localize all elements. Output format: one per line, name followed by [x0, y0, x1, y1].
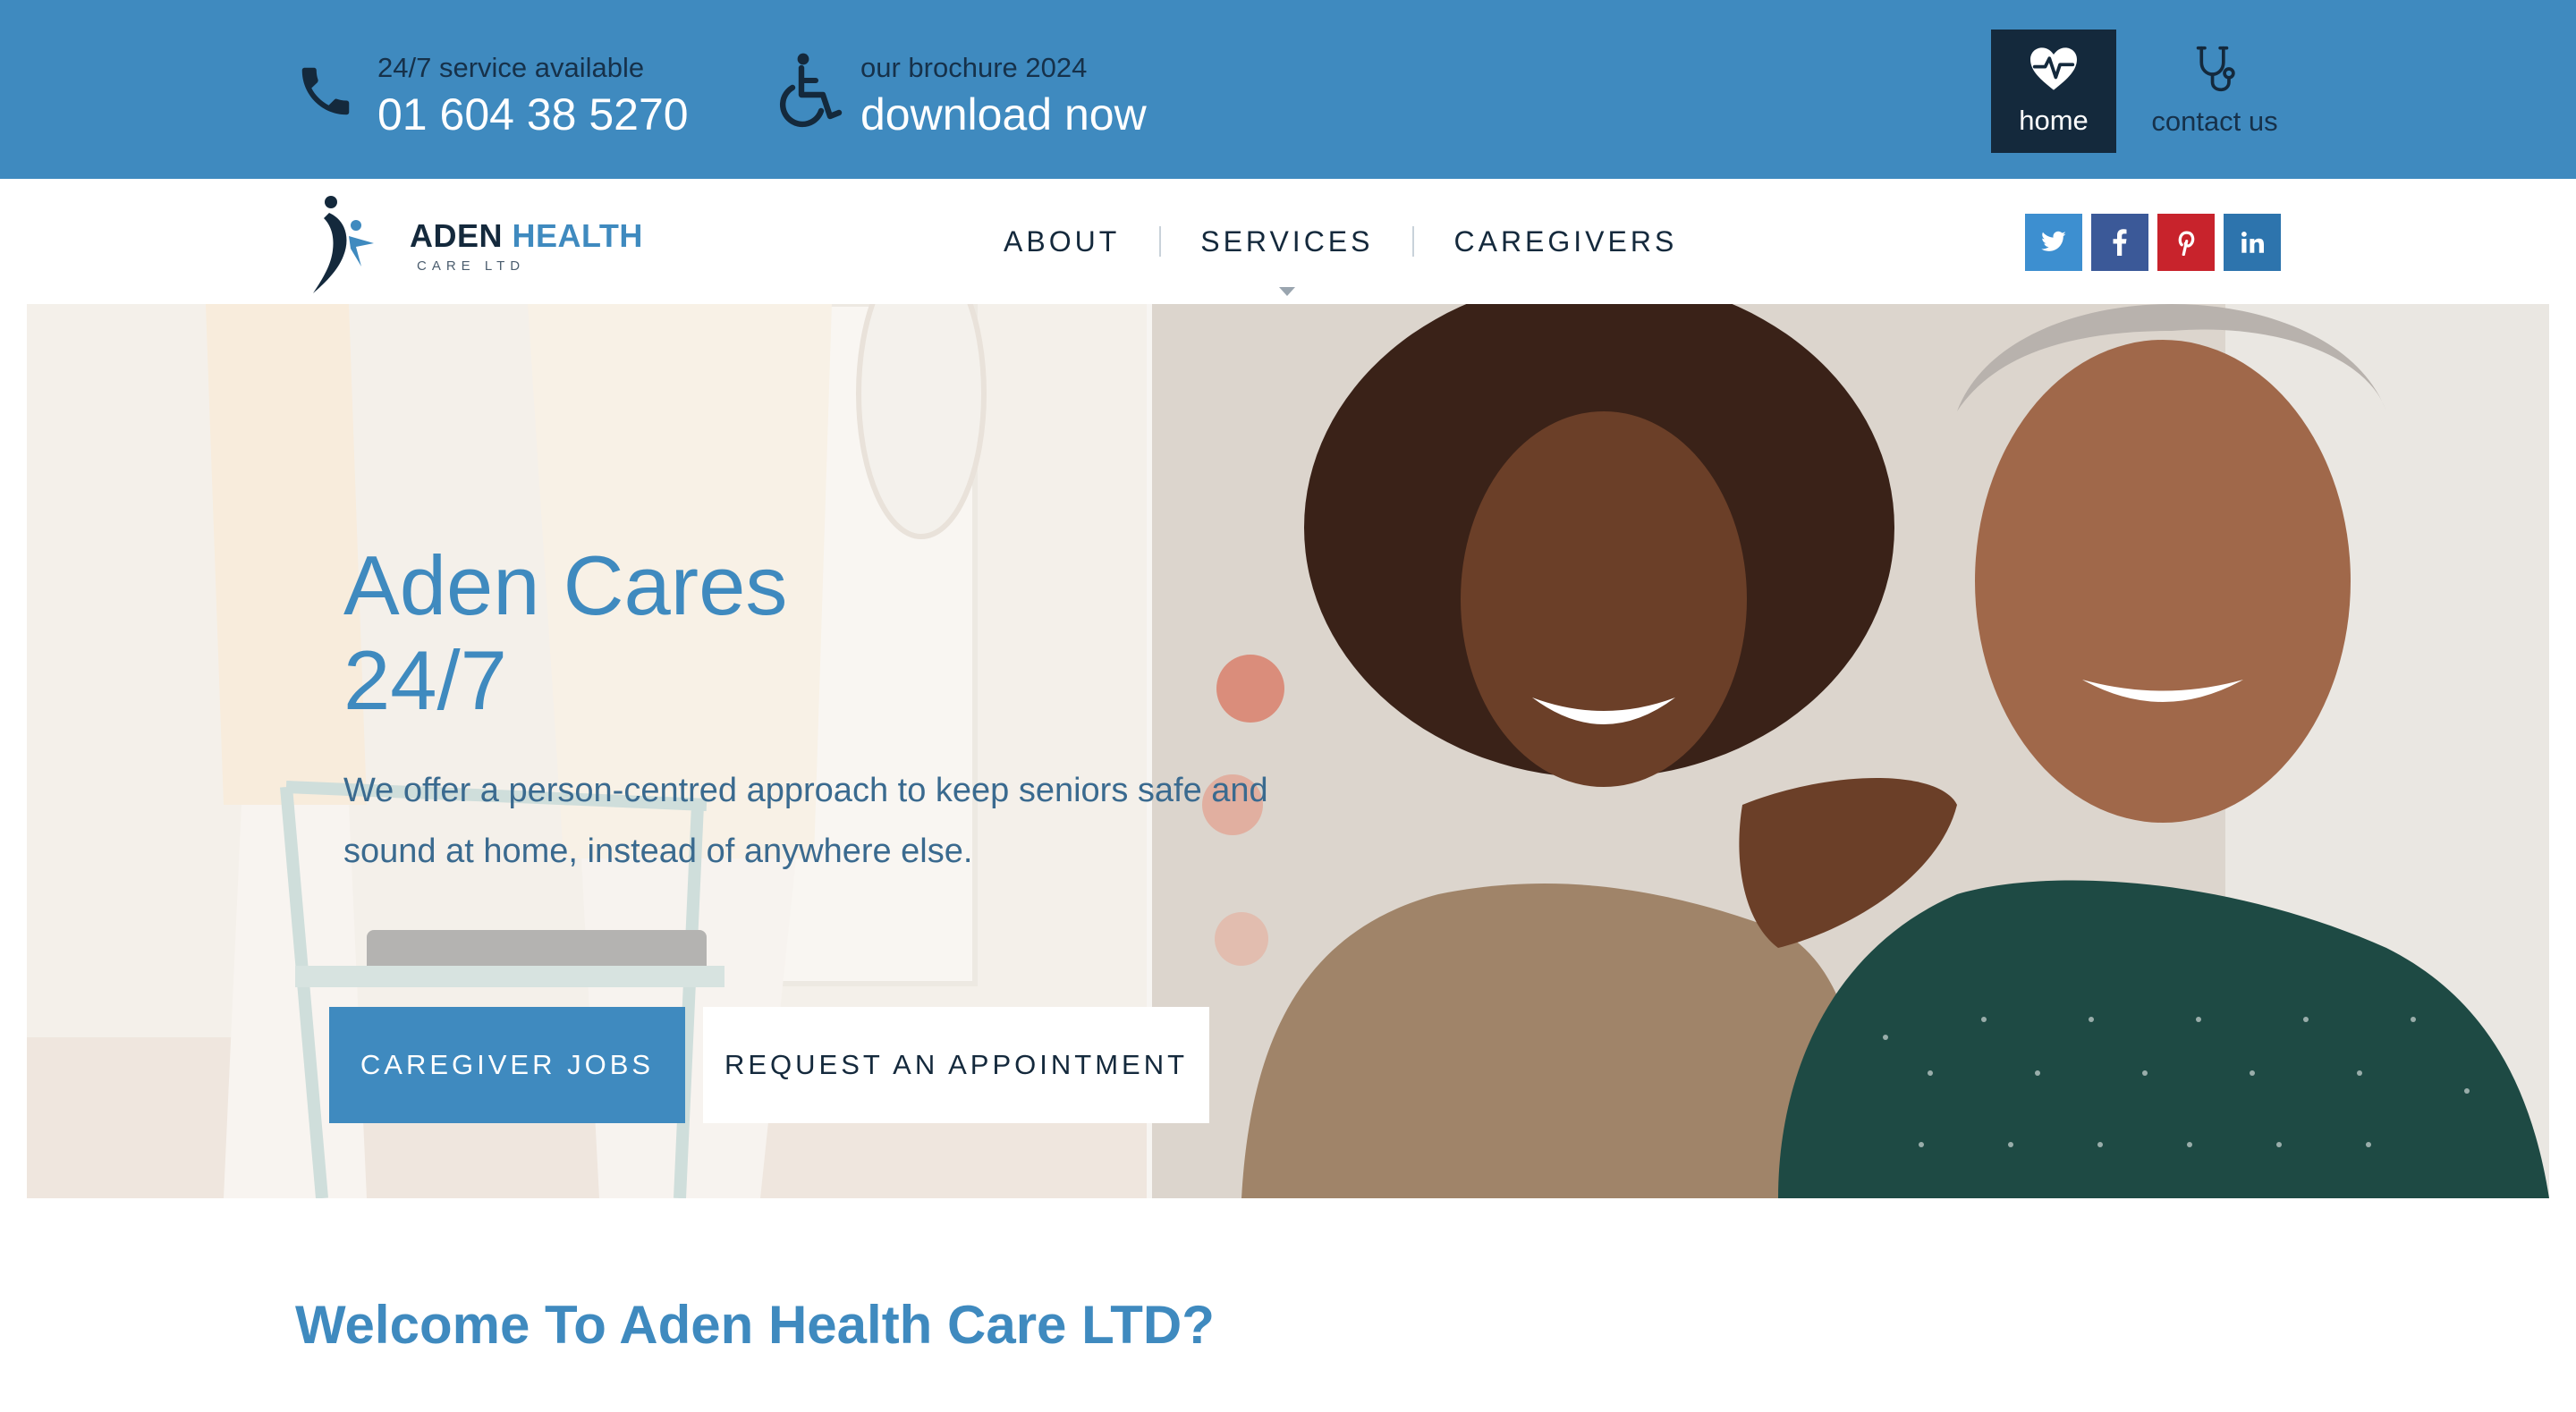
menu-item-services[interactable]: SERVICES	[1161, 224, 1412, 296]
stethoscope-icon	[2192, 45, 2237, 97]
menu-item-caregivers[interactable]: CAREGIVERS	[1414, 225, 1716, 258]
linkedin-icon[interactable]	[2224, 214, 2281, 271]
main-menu: ABOUT SERVICES CAREGIVERS	[971, 179, 1716, 304]
wheelchair-icon	[773, 48, 844, 134]
hero-subtitle: We offer a person-centred approach to ke…	[343, 772, 1268, 870]
topnav-home[interactable]: home	[1991, 30, 2116, 153]
hero-banner: Aden Cares 24/7 We offer a person-centre…	[27, 304, 2549, 1198]
welcome-heading: Welcome To Aden Health Care LTD?	[295, 1295, 1215, 1355]
social-links	[2025, 214, 2290, 271]
brochure-caption: our brochure 2024	[860, 52, 1088, 83]
menu-item-label: ABOUT	[1004, 224, 1121, 258]
phone-number[interactable]: 01 604 38 5270	[377, 88, 689, 141]
brand-name-blue: HEALTH	[512, 216, 643, 254]
facebook-icon[interactable]	[2091, 214, 2148, 271]
topnav-home-label: home	[2019, 104, 2089, 136]
phone-caption: 24/7 service available	[377, 52, 645, 83]
brochure-download[interactable]: our brochure 2024 download now	[773, 48, 1147, 141]
main-navbar: ADEN HEALTH CARE LTD ABOUT SERVICES CARE…	[0, 179, 2576, 304]
topnav-contact[interactable]: contact us	[2132, 30, 2297, 153]
brochure-download-link[interactable]: download now	[860, 88, 1147, 141]
caregiver-jobs-button[interactable]: CAREGIVER JOBS	[329, 1007, 685, 1123]
chevron-down-icon	[1278, 286, 1295, 296]
hero-right-illustration	[1152, 304, 2549, 1198]
top-info-bar: 24/7 service available 01 604 38 5270 ou…	[0, 0, 2576, 179]
menu-item-label: CAREGIVERS	[1453, 224, 1678, 258]
twitter-icon[interactable]	[2025, 214, 2082, 271]
request-appointment-button[interactable]: REQUEST AN APPOINTMENT	[703, 1007, 1209, 1123]
topnav-contact-label: contact us	[2151, 105, 2278, 137]
hero-title-line2: 24/7	[343, 633, 507, 727]
hero-title: Aden Cares 24/7	[343, 538, 987, 728]
logo-mark-icon	[313, 196, 374, 293]
brand-tagline: CARE LTD	[417, 258, 526, 274]
menu-item-about[interactable]: ABOUT	[971, 225, 1159, 258]
hero-photo-caregiver	[1152, 304, 2549, 1198]
brand-logo[interactable]: ADEN HEALTH CARE LTD	[304, 191, 643, 299]
phone-contact[interactable]: 24/7 service available 01 604 38 5270	[290, 48, 689, 141]
phone-icon	[290, 48, 361, 134]
pinterest-icon[interactable]	[2157, 214, 2215, 271]
heart-pulse-icon	[2028, 46, 2080, 97]
hero-title-line1: Aden Cares	[343, 538, 788, 632]
brand-name-dark: ADEN	[410, 216, 504, 254]
menu-item-label: SERVICES	[1200, 224, 1374, 258]
